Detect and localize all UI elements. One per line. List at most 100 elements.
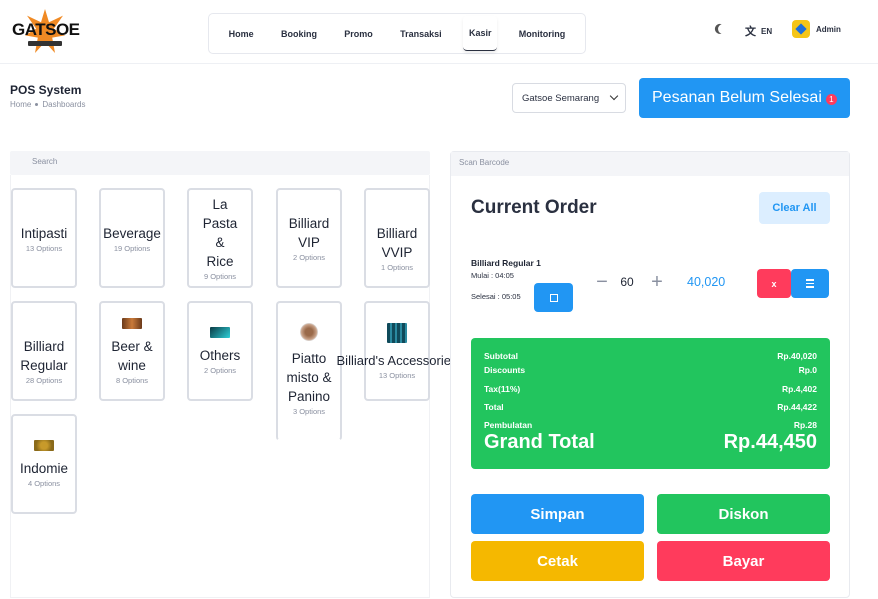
pay-button[interactable]: Bayar [657,541,830,581]
category-name: Others [199,348,241,363]
page-title: POS System [10,83,82,97]
category-card-billiard-vip[interactable]: Billiard VIP 2 Options [276,188,342,288]
category-name: Billiard VIP [288,216,330,250]
beer-image-icon [122,317,142,329]
breadcrumb-separator-icon [35,103,39,106]
summary-label: Subtotal [484,350,518,361]
others-image-icon [210,327,230,338]
logo-subtext-bar [28,41,62,46]
edit-icon [549,293,558,302]
page-header: POS System Home Dashboards [10,83,85,109]
category-card-piatto-misto[interactable]: Piatto misto & Panino 3 Options [276,301,342,441]
summary-value: Rp.44,422 [777,401,817,412]
category-card-others[interactable]: Others 2 Options [187,301,253,401]
nav-monitoring[interactable]: Monitoring [513,17,572,51]
summary-label: Total [484,401,504,412]
category-options-count: 28 Options [25,375,63,385]
plate-image-icon [300,323,318,341]
gatsoe-logo[interactable]: GATSOE [12,7,80,55]
top-navbar: GATSOE Home Booking Promo Transaksi Kasi… [0,0,878,64]
nav-home[interactable]: Home [223,17,260,51]
summary-value: Rp.40,020 [777,350,817,361]
category-options-count: 13 Options [25,243,63,253]
print-button[interactable]: Cetak [471,541,644,581]
category-name: Beverage [103,225,161,241]
category-name: Billiard VVIP [376,225,418,260]
order-item-end: Selesai : 05:05 [471,292,521,301]
category-name: La Pasta & Rice [202,197,238,269]
user-menu[interactable]: Admin [792,20,841,38]
summary-value: Rp.0 [798,364,817,375]
nav-transaksi[interactable]: Transaksi [394,17,448,51]
category-card-billiard-accessories[interactable]: Billiard's Accessories 13 Options [337,301,457,401]
grand-total-label: Grand Total [484,431,595,453]
menu-line-icon [806,286,814,288]
category-options-count: 2 Options [203,366,237,375]
language-code: EN [761,26,773,36]
increase-qty-button[interactable]: + [646,270,668,296]
category-card-intipasti[interactable]: Intipasti 13 Options [11,188,77,288]
order-item-start: Mulai : 04:05 [471,271,514,280]
order-summary: Subtotal Rp.40,020 Discounts Rp.0 Tax(11%)… [471,338,830,469]
item-menu-button[interactable] [791,269,829,298]
category-name: Indomie [19,461,69,476]
pending-orders-button[interactable]: Pesanan Belum Selesai 1 [639,78,850,118]
category-card-billiard-vvip[interactable]: Billiard VVIP 1 Options [364,188,430,288]
category-name: Billiard's Accessories [336,352,458,368]
category-card-beer-wine[interactable]: Beer & wine 8 Options [99,301,165,401]
category-options-count: 13 Options [378,370,416,380]
dark-mode-moon-icon[interactable] [717,23,730,36]
category-name: Intipasti [20,225,68,241]
nav-kasir[interactable]: Kasir [462,16,498,51]
category-options-count: 1 Options [380,262,414,272]
order-panel: Scan Barcode Current Order Clear All Bil… [450,151,850,598]
decrease-qty-button[interactable]: − [591,270,613,296]
clear-all-button[interactable]: Clear All [759,192,830,224]
billiard-table-image-icon [387,205,407,216]
pending-orders-label: Pesanan Belum Selesai [652,89,822,106]
summary-value: Rp.28 [793,419,817,430]
remove-item-button[interactable]: x [757,269,791,298]
summary-row-rounding: Pembulatan Rp.28 [484,417,817,432]
scan-barcode-input[interactable]: Scan Barcode [451,152,849,176]
search-input[interactable]: Search [10,151,430,175]
current-order-title: Current Order [471,197,597,218]
edit-time-button[interactable] [534,283,573,312]
category-card-indomie[interactable]: Indomie 4 Options [11,414,77,514]
discount-button[interactable]: Diskon [657,494,830,534]
summary-label: Tax(11%) [484,383,521,394]
save-button[interactable]: Simpan [471,494,644,534]
nav-booking[interactable]: Booking [275,17,323,51]
item-quantity: 60 [620,275,634,289]
category-card-billiard-regular[interactable]: Billiard Regular 28 Options [11,301,77,401]
translate-icon: 文 [745,26,756,38]
category-card-la-pasta[interactable]: La Pasta & Rice 9 Options [187,188,253,288]
category-options-count: 2 Options [292,253,326,262]
breadcrumb-home[interactable]: Home [10,100,31,109]
grand-total-value: Rp.44,450 [723,431,817,453]
summary-label: Pembulatan [484,419,533,430]
summary-row-total: Total Rp.44,422 [484,399,817,414]
breadcrumb-dashboards[interactable]: Dashboards [42,100,85,109]
branch-selected-value: Gatsoe Semarang [522,92,600,104]
cue-rack-image-icon [387,322,407,343]
summary-row-discounts: Discounts Rp.0 [484,362,817,377]
language-switcher[interactable]: 文 EN [745,23,772,39]
order-item-name: Billiard Regular 1 [471,258,541,268]
category-name: Billiard Regular [20,338,68,373]
billiard-table-image-icon [34,318,54,329]
summary-row-subtotal: Subtotal Rp.40,020 [484,348,817,363]
summary-row-tax: Tax(11%) Rp.4,402 [484,381,817,396]
main-nav: Home Booking Promo Transaksi Kasir Monit… [208,13,586,54]
category-card-beverage[interactable]: Beverage 19 Options [99,188,165,288]
nav-promo[interactable]: Promo [338,17,379,51]
category-options-count: 9 Options [203,272,237,281]
category-options-count: 19 Options [113,243,151,253]
logo-wordmark: GATSOE [12,20,80,39]
avatar-icon [792,20,810,38]
summary-value: Rp.4,402 [782,383,817,394]
branch-select[interactable]: Gatsoe Semarang [512,83,626,113]
category-name: Beer & wine [111,338,153,373]
summary-label: Discounts [484,364,526,375]
category-options-count: 8 Options [115,375,149,385]
